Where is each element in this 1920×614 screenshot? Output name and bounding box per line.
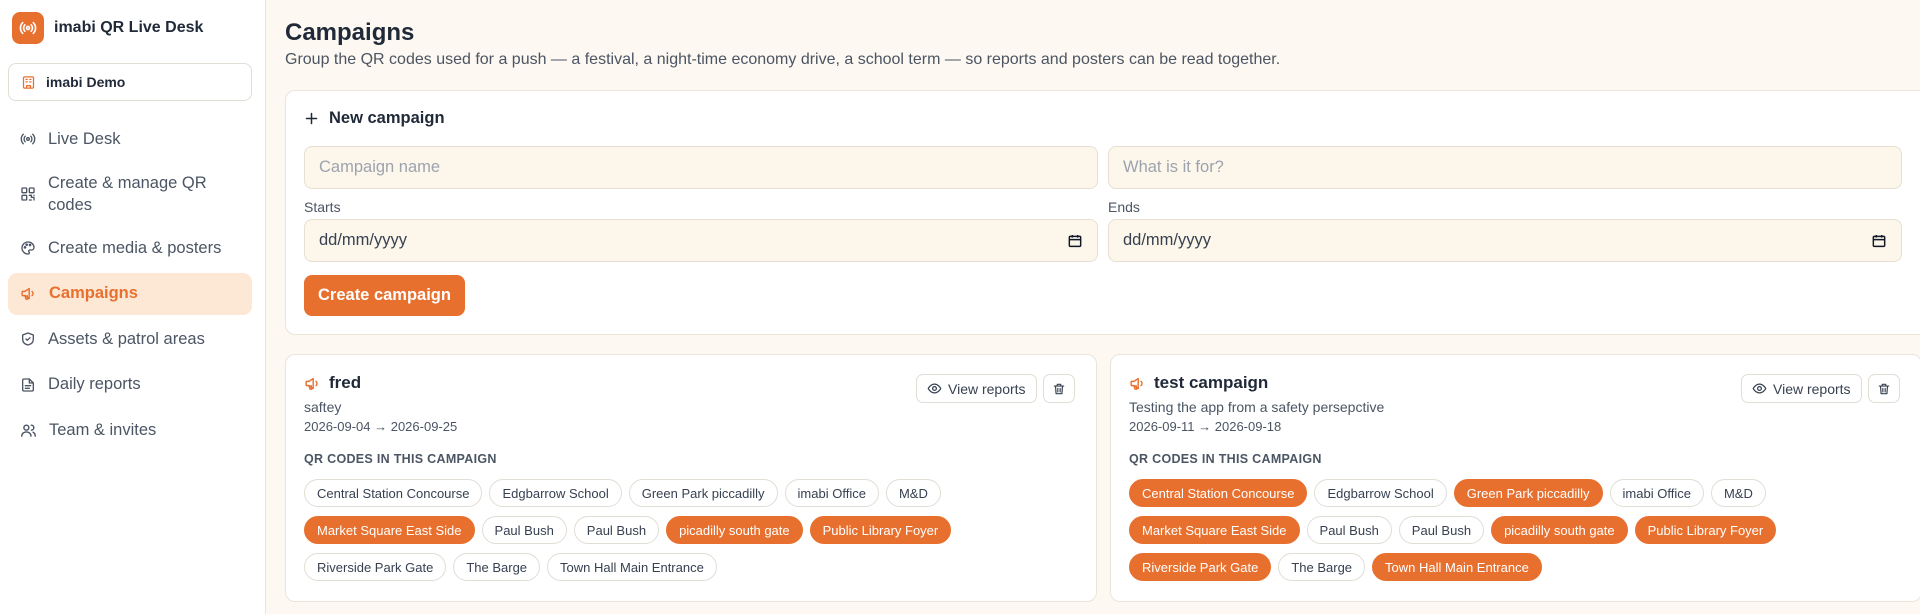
qr-chip[interactable]: Green Park piccadilly	[628, 479, 778, 507]
nav-label: Daily reports	[48, 375, 141, 393]
document-icon	[22, 377, 34, 392]
qr-chip-selected[interactable]: Market Square East Side	[1129, 516, 1300, 544]
campaign-dates: 2026-09-04 → 2026-09-25	[304, 419, 458, 434]
campaign-title: fred	[304, 373, 361, 393]
brand[interactable]: imabi QR Live Desk	[12, 12, 203, 44]
qr-chip-selected[interactable]: Public Library Foyer	[1634, 516, 1777, 544]
qr-chip[interactable]: M&D	[885, 479, 941, 507]
qr-chip-selected[interactable]: picadilly south gate	[666, 516, 803, 544]
campaign-card: fred saftey 2026-09-04 → 2026-09-25 View…	[285, 354, 1097, 602]
qr-chip-list: Central Station Concourse Edgbarrow Scho…	[1129, 479, 1869, 581]
view-reports-button[interactable]: View reports	[916, 374, 1037, 403]
megaphone-icon	[1130, 377, 1143, 390]
nav-item-media-posters[interactable]: Create media & posters	[8, 227, 252, 269]
delete-campaign-button[interactable]	[1868, 374, 1900, 403]
nav-label: Live Desk	[48, 129, 121, 148]
campaign-title: test campaign	[1129, 373, 1268, 393]
ends-label: Ends	[1108, 199, 1140, 215]
calendar-icon[interactable]	[1067, 233, 1083, 249]
qr-chip-selected[interactable]: picadilly south gate	[1491, 516, 1628, 544]
new-campaign-heading: New campaign	[304, 109, 445, 128]
broadcast-icon	[20, 133, 36, 145]
nav-item-campaigns[interactable]: Campaigns	[8, 272, 252, 315]
nav-label: Assets & patrol areas	[48, 329, 205, 348]
qr-chip[interactable]: The Barge	[453, 553, 541, 581]
calendar-icon[interactable]	[1871, 233, 1887, 249]
nav-item-assets[interactable]: Assets & patrol areas	[8, 318, 252, 360]
view-reports-label: View reports	[1773, 380, 1851, 397]
start-date-placeholder: dd/mm/yyyy	[319, 231, 408, 249]
megaphone-icon	[21, 287, 34, 300]
plus-icon	[305, 112, 318, 125]
start-date-input[interactable]: dd/mm/yyyy	[304, 219, 1098, 262]
view-reports-button[interactable]: View reports	[1741, 374, 1862, 403]
nav-item-qr-codes[interactable]: Create & manage QR codes	[8, 164, 252, 224]
nav-item-daily-reports[interactable]: Daily reports	[8, 364, 252, 406]
campaign-name: test campaign	[1154, 373, 1269, 392]
qr-chip-selected[interactable]: Town Hall Main Entrance	[1372, 553, 1542, 581]
sidebar: imabi QR Live Desk imabi Demo Live Desk …	[0, 0, 266, 614]
nav-label: Create & manage QR codes	[48, 173, 207, 214]
page-title: Campaigns	[285, 19, 415, 46]
building-icon	[22, 75, 35, 89]
nav-label: Create media & posters	[48, 238, 222, 257]
view-reports-label: View reports	[948, 380, 1026, 397]
org-switcher[interactable]: imabi Demo	[8, 63, 252, 101]
qr-chip[interactable]: The Barge	[1278, 553, 1366, 581]
qr-codes-heading: QR CODES IN THIS CAMPAIGN	[304, 452, 497, 466]
qr-chip[interactable]: Riverside Park Gate	[304, 553, 447, 581]
create-campaign-button[interactable]: Create campaign	[304, 275, 465, 316]
campaign-purpose-input[interactable]	[1108, 146, 1902, 189]
qr-chip-selected[interactable]: Green Park piccadilly	[1453, 479, 1603, 507]
qr-chip[interactable]: imabi Office	[784, 479, 879, 507]
qr-chip[interactable]: Paul Bush	[1398, 516, 1485, 544]
qr-codes-heading: QR CODES IN THIS CAMPAIGN	[1129, 452, 1322, 466]
end-date-input[interactable]: dd/mm/yyyy	[1108, 219, 1902, 262]
qr-chip[interactable]: imabi Office	[1609, 479, 1704, 507]
qr-chip[interactable]: Central Station Concourse	[304, 479, 483, 507]
nav-item-team[interactable]: Team & invites	[8, 409, 252, 451]
page-subtitle: Group the QR codes used for a push — a f…	[285, 51, 1281, 68]
org-name: imabi Demo	[46, 74, 126, 90]
qr-code-icon	[21, 186, 35, 201]
sidebar-nav: Live Desk Create & manage QR codes Creat…	[8, 118, 252, 455]
new-campaign-card: New campaign Starts Ends dd/mm/yyyy dd/m…	[285, 90, 1920, 335]
new-campaign-heading-text: New campaign	[329, 109, 445, 127]
qr-chip[interactable]: Edgbarrow School	[1314, 479, 1447, 507]
delete-campaign-button[interactable]	[1043, 374, 1075, 403]
qr-chip-selected[interactable]: Public Library Foyer	[809, 516, 952, 544]
eye-icon	[927, 383, 942, 394]
qr-chip[interactable]: M&D	[1710, 479, 1766, 507]
nav-label: Campaigns	[49, 284, 138, 302]
qr-chip-selected[interactable]: Central Station Concourse	[1129, 479, 1308, 507]
palette-icon	[21, 241, 35, 255]
broadcast-logo-icon	[12, 12, 44, 44]
qr-chip[interactable]: Paul Bush	[481, 516, 567, 544]
nav-label: Team & invites	[49, 420, 157, 439]
campaign-dates: 2026-09-11 → 2026-09-18	[1129, 419, 1282, 434]
trash-icon	[1053, 383, 1065, 394]
campaign-purpose: saftey	[304, 399, 342, 415]
qr-chip[interactable]: Paul Bush	[1306, 516, 1392, 544]
app-title: imabi QR Live Desk	[54, 19, 204, 36]
campaign-purpose: Testing the app from a safety persepctiv…	[1129, 399, 1385, 415]
users-icon	[21, 423, 36, 437]
campaign-name: fred	[329, 373, 362, 392]
qr-chip-selected[interactable]: Riverside Park Gate	[1129, 553, 1272, 581]
shield-check-icon	[22, 332, 34, 346]
campaign-name-input[interactable]	[304, 146, 1098, 189]
megaphone-icon	[305, 377, 318, 390]
qr-chip-list: Central Station Concourse Edgbarrow Scho…	[304, 479, 1044, 581]
eye-icon	[1752, 383, 1767, 394]
qr-chip[interactable]: Edgbarrow School	[489, 479, 622, 507]
qr-chip[interactable]: Town Hall Main Entrance	[547, 553, 717, 581]
qr-chip-selected[interactable]: Market Square East Side	[304, 516, 475, 544]
nav-item-live-desk[interactable]: Live Desk	[8, 118, 252, 160]
main-content: Campaigns Group the QR codes used for a …	[267, 0, 1920, 614]
end-date-placeholder: dd/mm/yyyy	[1123, 231, 1212, 249]
campaign-card: test campaign Testing the app from a saf…	[1110, 354, 1920, 602]
qr-chip[interactable]: Paul Bush	[573, 516, 660, 544]
trash-icon	[1878, 383, 1890, 394]
starts-label: Starts	[304, 199, 341, 215]
